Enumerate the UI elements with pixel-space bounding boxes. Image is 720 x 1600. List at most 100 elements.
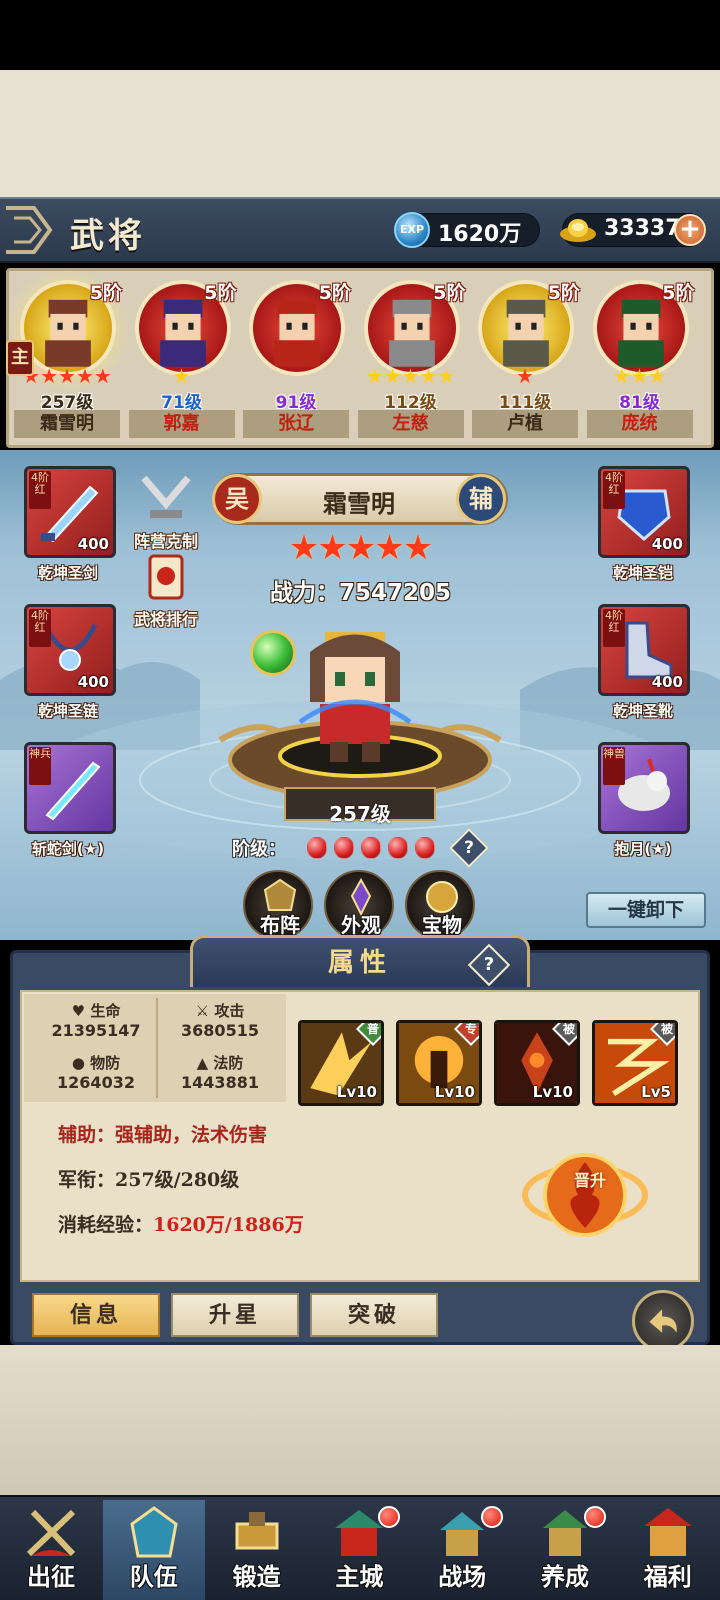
skill-type-label: 被 <box>562 1022 575 1036</box>
nav-team[interactable]: 队伍 <box>102 1500 205 1600</box>
back-button[interactable] <box>632 1290 694 1352</box>
nav-battlefield[interactable]: 战场 <box>411 1500 513 1600</box>
nav-label: 主城 <box>335 1562 384 1591</box>
faction-counter-button[interactable]: 阵营克制 <box>124 470 208 552</box>
hero-ranking-button[interactable]: 武将排行 <box>124 548 208 630</box>
roster-hero[interactable]: 5阶 91级 张辽 <box>241 276 351 441</box>
equipment-grade-tag: 4阶红 <box>603 471 625 509</box>
team-icon <box>130 1506 178 1558</box>
equipment-name: 乾坤圣靴 <box>612 702 673 720</box>
expedition-icon <box>26 1509 76 1557</box>
nav-label: 锻造 <box>232 1562 281 1591</box>
skill-type-label: 专 <box>464 1022 477 1036</box>
roster-hero[interactable]: 5阶 ★ 71级 郭嘉 <box>127 276 237 441</box>
stats-divider <box>156 998 158 1098</box>
equipment-slot[interactable]: 4阶红 400 <box>24 604 116 696</box>
rank-line: 军衔：257级/280级 <box>58 1165 239 1192</box>
role-badge: 辅 <box>456 474 506 524</box>
stat-physical-defense: ● 物防 1264032 <box>36 1052 156 1092</box>
hero-name: 庞统 <box>586 410 693 438</box>
stat-attack: ⚔ 攻击 3680515 <box>160 1000 280 1040</box>
nav-expedition[interactable]: 出征 <box>0 1500 102 1600</box>
support-label: 辅助： <box>58 1124 116 1146</box>
equipment-slot[interactable]: 4阶红 400 <box>598 466 690 558</box>
back-arrow-icon <box>649 1309 677 1333</box>
appearance-label: 外观 <box>341 913 381 937</box>
hero-name: 左慈 <box>357 410 464 438</box>
status-bar <box>0 0 720 70</box>
page-title: 武将 <box>70 216 146 256</box>
treasure-button[interactable]: 宝物 <box>405 870 475 940</box>
equipment-count: 400 <box>651 535 683 553</box>
bottom-scenery <box>0 1345 720 1495</box>
nav-forge[interactable]: 锻造 <box>206 1500 308 1600</box>
formation-button[interactable]: 布阵 <box>243 870 313 940</box>
nav-label: 出征 <box>27 1562 75 1591</box>
skill-level: Lv10 <box>434 1083 475 1101</box>
exp-cost-label: 消耗经验： <box>58 1214 154 1236</box>
skill-slot[interactable]: Lv10 普 <box>298 1020 384 1106</box>
equipment-name: 斩蛇剑(★) <box>31 840 105 858</box>
hero-character[interactable] <box>290 622 420 772</box>
equipment-count: 400 <box>77 535 109 553</box>
roster-hero[interactable]: 5阶 ★ 111级 卢植 <box>470 276 580 441</box>
skill-level: Lv5 <box>641 1083 671 1101</box>
nav-welfare[interactable]: 福利 <box>617 1500 719 1600</box>
hero-stars: ★ <box>516 364 534 388</box>
grade-gem-icon <box>388 837 408 859</box>
skill-type-label: 被 <box>660 1022 673 1036</box>
grade-gem-icon <box>307 837 327 859</box>
faction-badge: 吴 <box>212 474 262 524</box>
stat-hp-label: 生命 <box>90 1002 121 1020</box>
skill-slot[interactable]: Lv5 被 <box>592 1020 678 1106</box>
appearance-button[interactable]: 外观 <box>324 870 394 940</box>
rank-label: 军衔： <box>58 1169 116 1191</box>
equipment-grade-tag: 4阶红 <box>29 609 51 647</box>
tab-info[interactable]: 信息 <box>32 1293 160 1337</box>
equipment-grade-tag: 4阶红 <box>29 471 51 509</box>
exp-value: 1620万 <box>438 222 522 247</box>
tab-breakthrough[interactable]: 突破 <box>310 1293 438 1337</box>
roster-hero[interactable]: 5阶 ★★★ 81级 庞统 <box>585 276 695 441</box>
notification-dot <box>378 1506 401 1528</box>
skill-slot[interactable]: Lv10 专 <box>396 1020 482 1106</box>
exp-cost-value: 1620万/1886万 <box>153 1214 304 1236</box>
nav-main-city[interactable]: 主城 <box>308 1500 410 1600</box>
roster-hero[interactable]: 5阶 ★★★★★ 112级 左慈 <box>356 276 466 441</box>
exp-cost-line: 消耗经验：1620万/1886万 <box>58 1210 304 1237</box>
equipment-grade-tag: 4阶红 <box>603 609 625 647</box>
tab-star-up[interactable]: 升星 <box>171 1293 299 1337</box>
hero-stars: ★★★★★ <box>288 528 433 568</box>
treasure-label: 宝物 <box>422 913 462 937</box>
hero-name: 霜雪明 <box>14 410 120 438</box>
hero-stars: ★★★★★ <box>365 364 456 388</box>
equipment-slot[interactable]: 神兵 <box>24 742 116 834</box>
crossed-swords-icon <box>141 475 191 518</box>
nav-cultivate[interactable]: 养成 <box>514 1500 616 1600</box>
top-banner-area <box>0 70 720 197</box>
equipment-slot[interactable]: 4阶红 400 <box>598 604 690 696</box>
hero-name: 霜雪明 <box>323 489 395 518</box>
equipment-count: 400 <box>77 673 109 691</box>
equipment-name: 乾坤圣链 <box>37 702 98 720</box>
grade-label: 阶级： <box>232 839 286 860</box>
equipment-name: 乾坤圣铠 <box>612 564 673 582</box>
stat-attack-value: 3680515 <box>181 1021 259 1040</box>
combat-power: 战力：7547205 <box>270 573 490 607</box>
power-label: 战力： <box>270 580 339 606</box>
nav-label: 养成 <box>541 1562 589 1591</box>
skill-slot[interactable]: Lv10 被 <box>494 1020 580 1106</box>
ascend-label[interactable]: 晋升 <box>560 1171 620 1191</box>
helmet-icon: ▲ <box>196 1054 209 1072</box>
ascend-button[interactable] <box>520 1140 650 1250</box>
exp-icon: EXP <box>394 212 430 248</box>
equipment-slot[interactable]: 4阶红 400 <box>24 466 116 558</box>
main-hero-badge: 主 <box>6 340 34 376</box>
hero-name: 卢植 <box>472 410 578 438</box>
add-gold-button[interactable]: + <box>674 214 706 246</box>
hero-rank: 5阶 <box>662 282 695 304</box>
equipment-slot[interactable]: 神兽 <box>598 742 690 834</box>
grade-gem-icon <box>361 837 381 859</box>
unequip-all-button[interactable]: 一键卸下 <box>586 892 706 928</box>
stat-pdef-label: 物防 <box>90 1054 121 1072</box>
